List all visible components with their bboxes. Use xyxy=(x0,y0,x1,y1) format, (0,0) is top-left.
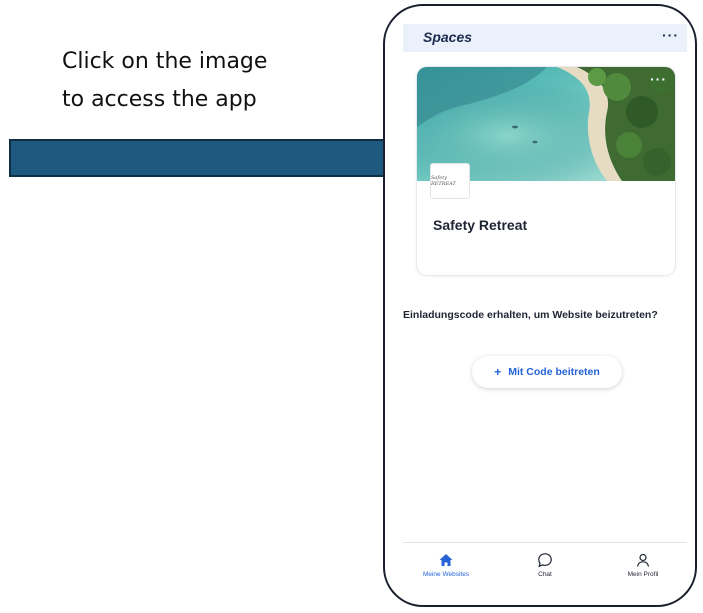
chat-bubble-icon xyxy=(538,553,552,568)
nav-label-mein-profil: Mein Profil xyxy=(627,571,659,578)
header-more-icon[interactable]: ··· xyxy=(662,27,679,43)
instruction-line-1: Click on the image xyxy=(62,49,268,74)
app-header: Spaces ··· xyxy=(403,24,687,52)
plus-icon: + xyxy=(494,365,502,379)
home-icon xyxy=(439,554,453,566)
nav-item-mein-profil[interactable]: Mein Profil xyxy=(598,546,688,584)
bottom-nav-divider xyxy=(403,542,687,543)
nav-item-meine-websites[interactable]: Meine Websites xyxy=(401,546,491,584)
user-icon xyxy=(636,553,650,567)
site-title[interactable]: Safety Retreat xyxy=(433,217,527,233)
bottom-navigation: Meine Websites Chat Mein Profil xyxy=(403,546,687,586)
screenshot-root: Click on the image to access the app Spa… xyxy=(0,0,703,613)
nav-label-chat: Chat xyxy=(538,571,552,578)
nav-label-meine-websites: Meine Websites xyxy=(422,571,470,578)
card-more-icon[interactable]: ··· xyxy=(650,71,667,87)
instruction-line-2: to access the app xyxy=(62,87,257,112)
phone-frame: Spaces ··· ··· Safety RETREAT Safety Ret… xyxy=(383,4,697,607)
nav-item-chat[interactable]: Chat xyxy=(500,546,590,584)
site-logo: Safety RETREAT xyxy=(430,163,470,199)
join-with-code-label: Mit Code beitreten xyxy=(508,366,600,378)
invite-prompt: Einladungscode erhalten, um Website beiz… xyxy=(403,309,658,321)
join-with-code-button[interactable]: + Mit Code beitreten xyxy=(472,356,622,388)
instruction-caption: Click on the image to access the app xyxy=(62,43,362,119)
site-card[interactable]: ··· Safety RETREAT Safety Retreat xyxy=(417,67,675,275)
page-title: Spaces xyxy=(423,29,473,45)
